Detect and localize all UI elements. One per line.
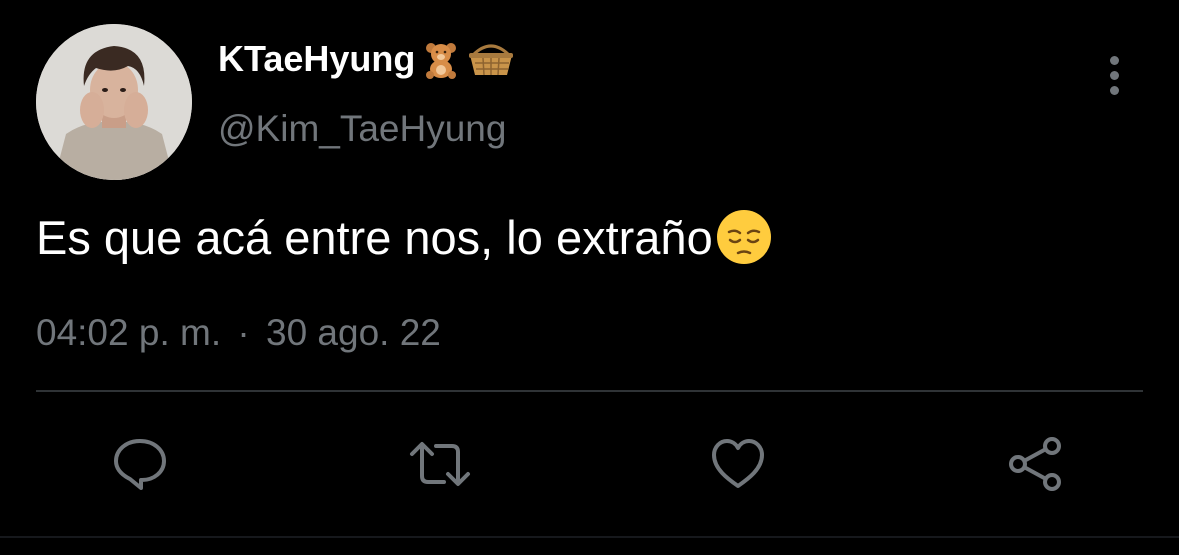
more-dot-icon [1110,71,1119,80]
retweet-button[interactable] [408,432,472,496]
tweet-text: Es que acá entre nos, lo extraño [36,210,713,264]
divider [36,390,1143,392]
pensive-face-emoji [715,208,773,266]
basket-emoji [467,39,515,79]
share-icon [1009,437,1061,491]
tweet-timestamp[interactable]: 04:02 p. m. · 30 ago. 22 [36,312,441,354]
avatar[interactable] [36,24,192,180]
avatar-photo [36,24,192,180]
share-button[interactable] [1004,432,1068,496]
bottom-divider [0,536,1179,538]
reply-button[interactable] [108,432,172,496]
more-dot-icon [1110,86,1119,95]
display-name-row[interactable]: KTaeHyung [218,38,515,80]
user-handle[interactable]: @Kim_TaeHyung [218,108,506,150]
more-options-button[interactable] [1100,54,1130,98]
tweet-date: 30 ago. 22 [266,312,441,353]
like-icon [712,439,764,488]
display-name: KTaeHyung [218,38,416,79]
teddy-bear-emoji [421,39,461,79]
meta-separator: · [237,312,250,353]
like-button[interactable] [706,432,770,496]
tweet-body: Es que acá entre nos, lo extraño [36,208,773,266]
retweet-icon [410,442,470,486]
tweet-time: 04:02 p. m. [36,312,222,353]
more-dot-icon [1110,56,1119,65]
reply-icon [114,439,166,490]
